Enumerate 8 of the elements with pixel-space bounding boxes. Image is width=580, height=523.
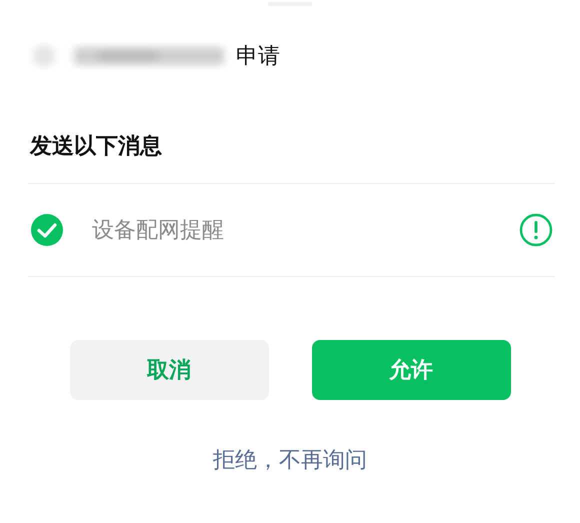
checked-icon[interactable] bbox=[30, 213, 64, 247]
allow-button[interactable]: 允许 bbox=[312, 340, 510, 400]
section-title: 发送以下消息 bbox=[28, 133, 163, 161]
item-label: 设备配网提醒 bbox=[92, 217, 225, 245]
deny-link[interactable]: 拒绝，不再询问 bbox=[213, 445, 367, 475]
request-text: 申请 bbox=[236, 43, 280, 71]
cancel-button[interactable]: 取消 bbox=[70, 340, 268, 400]
info-icon[interactable] bbox=[519, 213, 553, 247]
